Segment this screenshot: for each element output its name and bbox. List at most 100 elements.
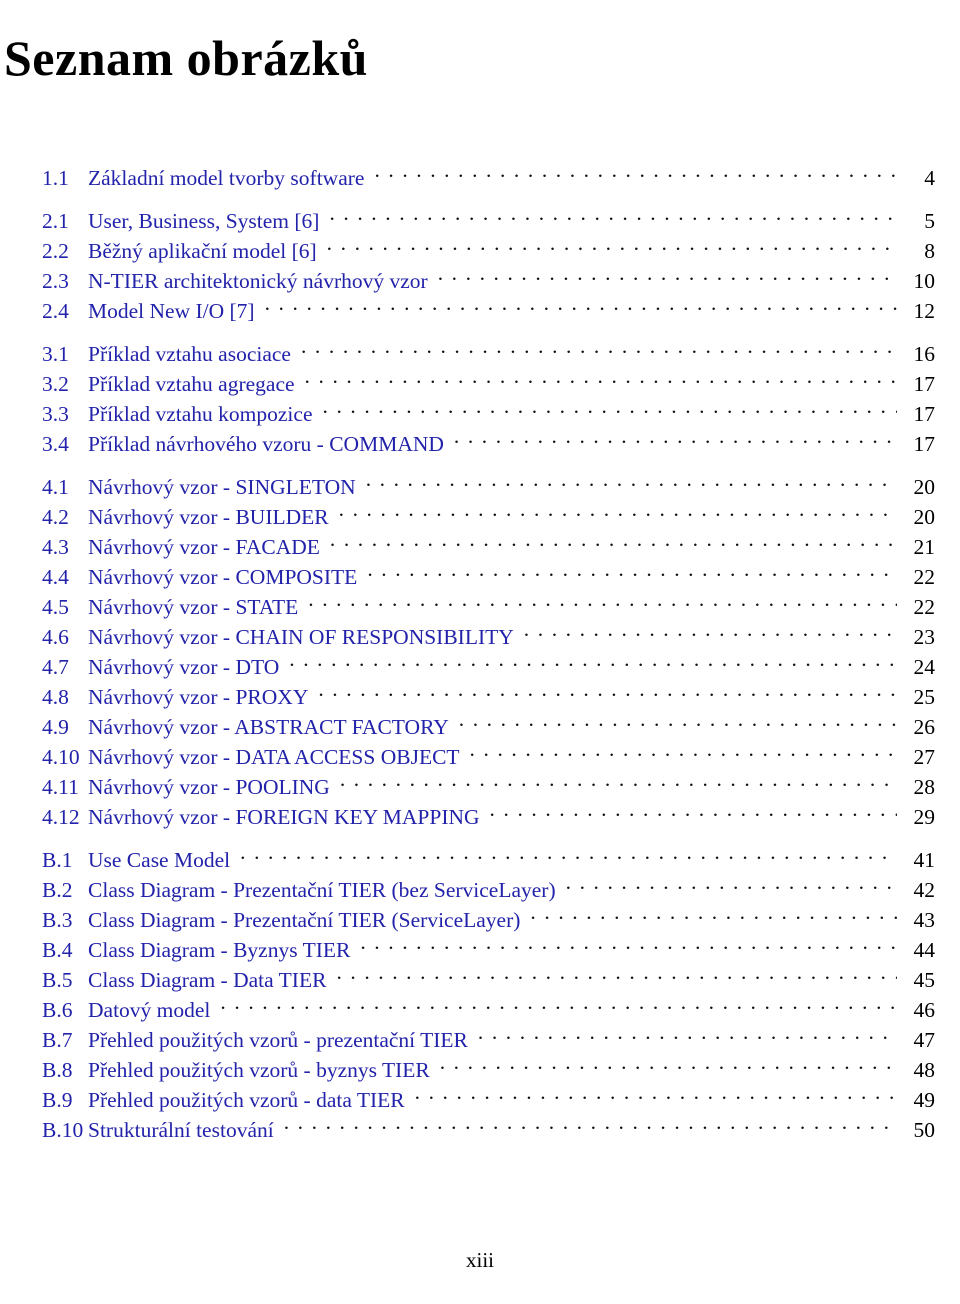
lof-entry-label: Datový model (88, 998, 211, 1022)
lof-entry-page-number: 26 (913, 715, 936, 739)
lof-entry-page-number: 46 (913, 998, 936, 1022)
lof-entry-number: 2.4 (42, 299, 69, 323)
lof-entry-label: Přehled použitých vzorů - byznys TIER (88, 1058, 430, 1082)
lof-entry-number: 4.6 (42, 625, 69, 649)
lof-entry-page-number: 50 (913, 1118, 936, 1142)
lof-dot-leader (329, 198, 897, 228)
lof-entry-label: Příklad vztahu agregace (88, 372, 295, 396)
lof-dot-leader (301, 331, 897, 361)
lof-entry-page-number: 23 (913, 625, 936, 649)
lof-entry-label: Návrhový vzor - FOREIGN KEY MAPPING (88, 805, 480, 829)
lof-entry[interactable]: 2.1 User, Business, System [6] 5 (0, 198, 960, 233)
lof-entry-page-number: 4 (924, 166, 935, 190)
lof-entry-number: 2.2 (42, 239, 69, 263)
lof-entry-number: 4.1 (42, 475, 69, 499)
lof-entry-number: B.6 (42, 998, 73, 1022)
lof-entry-page-number: 28 (913, 775, 936, 799)
lof-entry-label: Class Diagram - Byznys TIER (88, 938, 351, 962)
lof-entry-page-number: 27 (913, 745, 936, 769)
lof-entry-label: Návrhový vzor - SINGLETON (88, 475, 356, 499)
lof-entry-page-number: 8 (924, 239, 935, 263)
lof-dot-leader (323, 391, 898, 421)
lof-entry-page-number: 47 (913, 1028, 936, 1052)
lof-entry[interactable]: B.1 Use Case Model 41 (0, 837, 960, 872)
lof-entry-number: 4.10 (42, 745, 80, 769)
lof-entry-number: 4.2 (42, 505, 69, 529)
lof-entry-label: Příklad vztahu asociace (88, 342, 291, 366)
lof-dot-leader (308, 584, 897, 614)
lof-dot-leader (459, 704, 897, 734)
lof-dot-leader (240, 837, 897, 867)
lof-entry-page-number: 20 (913, 475, 936, 499)
lof-entry-number: 2.1 (42, 209, 69, 233)
lof-dot-leader (470, 734, 897, 764)
lof-dot-leader (490, 794, 897, 824)
lof-entry[interactable]: 4.1 Návrhový vzor - SINGLETON 20 (0, 464, 960, 499)
lof-entry-label: Návrhový vzor - STATE (88, 595, 299, 619)
lof-entry-page-number: 22 (913, 595, 936, 619)
lof-entry-label: Use Case Model (88, 848, 231, 872)
lof-group-chapter-3: 3.1 Příklad vztahu asociace 16 3.2 Příklad v… (0, 331, 960, 456)
lof-entry-page-number: 17 (913, 402, 936, 426)
lof-group-chapter-4: 4.1 Návrhový vzor - SINGLETON 20 4.2 Návrhov… (0, 464, 960, 829)
lof-dot-leader (367, 554, 897, 584)
lof-entry-label: Příklad návrhového vzoru - COMMAND (88, 432, 444, 456)
lof-entry-label: Class Diagram - Prezentační TIER (bez Se… (88, 878, 556, 902)
lof-entry-page-number: 43 (913, 908, 936, 932)
lof-dot-leader (318, 674, 897, 704)
lof-entry-number: 3.2 (42, 372, 69, 396)
lof-group-chapter-2: 2.1 User, Business, System [6] 5 2.2 Běžný a… (0, 198, 960, 323)
lof-entry-number: B.8 (42, 1058, 73, 1082)
lof-entry-page-number: 42 (913, 878, 936, 902)
lof-entry-label: Návrhový vzor - BUILDER (88, 505, 329, 529)
lof-entry-number: B.1 (42, 848, 73, 872)
lof-entry-number: 4.9 (42, 715, 69, 739)
lof-group-chapter-1: 1.1 Základní model tvorby software 4 (0, 155, 960, 190)
lof-entry-page-number: 10 (913, 269, 936, 293)
lof-dot-leader (440, 1047, 897, 1077)
lof-dot-leader (566, 867, 897, 897)
lof-entry-page-number: 44 (913, 938, 936, 962)
lof-entry-page-number: 25 (913, 685, 936, 709)
lof-entry-page-number: 12 (913, 299, 936, 323)
lof-entry-label: User, Business, System [6] (88, 209, 320, 233)
lof-entry-page-number: 16 (913, 342, 936, 366)
lof-entry-label: Návrhový vzor - POOLING (88, 775, 330, 799)
lof-entry-number: 4.12 (42, 805, 80, 829)
lof-entry[interactable]: 3.1 Příklad vztahu asociace 16 (0, 331, 960, 366)
footer-page-number: xiii (465, 1248, 494, 1272)
lof-entry-page-number: 29 (913, 805, 936, 829)
lof-entry-number: 4.3 (42, 535, 69, 559)
lof-entry-number: B.3 (42, 908, 73, 932)
lof-dot-leader (327, 228, 897, 258)
lof-entry-number: B.7 (42, 1028, 73, 1052)
lof-entry-label: Návrhový vzor - FACADE (88, 535, 320, 559)
lof-entry-number: B.2 (42, 878, 73, 902)
list-of-figures: 1.1 Základní model tvorby software 4 2.1 Use… (0, 155, 960, 1142)
lof-dot-leader (366, 464, 897, 494)
lof-dot-leader (360, 927, 897, 957)
lof-entry-page-number: 45 (913, 968, 936, 992)
lof-entry-label: Přehled použitých vzorů - prezentační TI… (88, 1028, 468, 1052)
lof-entry-page-number: 48 (913, 1058, 936, 1082)
lof-dot-leader (478, 1017, 897, 1047)
lof-entry-page-number: 20 (913, 505, 936, 529)
lof-entry-label: Příklad vztahu kompozice (88, 402, 313, 426)
lof-dot-leader (530, 897, 897, 927)
lof-dot-leader (454, 421, 897, 451)
lof-entry-number: 2.3 (42, 269, 69, 293)
lof-entry-number: 3.4 (42, 432, 69, 456)
lof-entry-number: 4.7 (42, 655, 69, 679)
lof-entry-number: 4.8 (42, 685, 69, 709)
lof-entry-page-number: 17 (913, 372, 936, 396)
lof-entry-number: 3.3 (42, 402, 69, 426)
lof-entry-label: Běžný aplikační model [6] (88, 239, 317, 263)
lof-entry-number: 4.5 (42, 595, 69, 619)
lof-entry-number: 1.1 (42, 166, 69, 190)
lof-dot-leader (336, 957, 897, 987)
lof-entry[interactable]: 1.1 Základní model tvorby software 4 (0, 155, 960, 190)
lof-dot-leader (305, 361, 897, 391)
lof-entry-number: 4.4 (42, 565, 69, 589)
lof-entry-number: B.5 (42, 968, 73, 992)
lof-dot-leader (284, 1107, 897, 1137)
